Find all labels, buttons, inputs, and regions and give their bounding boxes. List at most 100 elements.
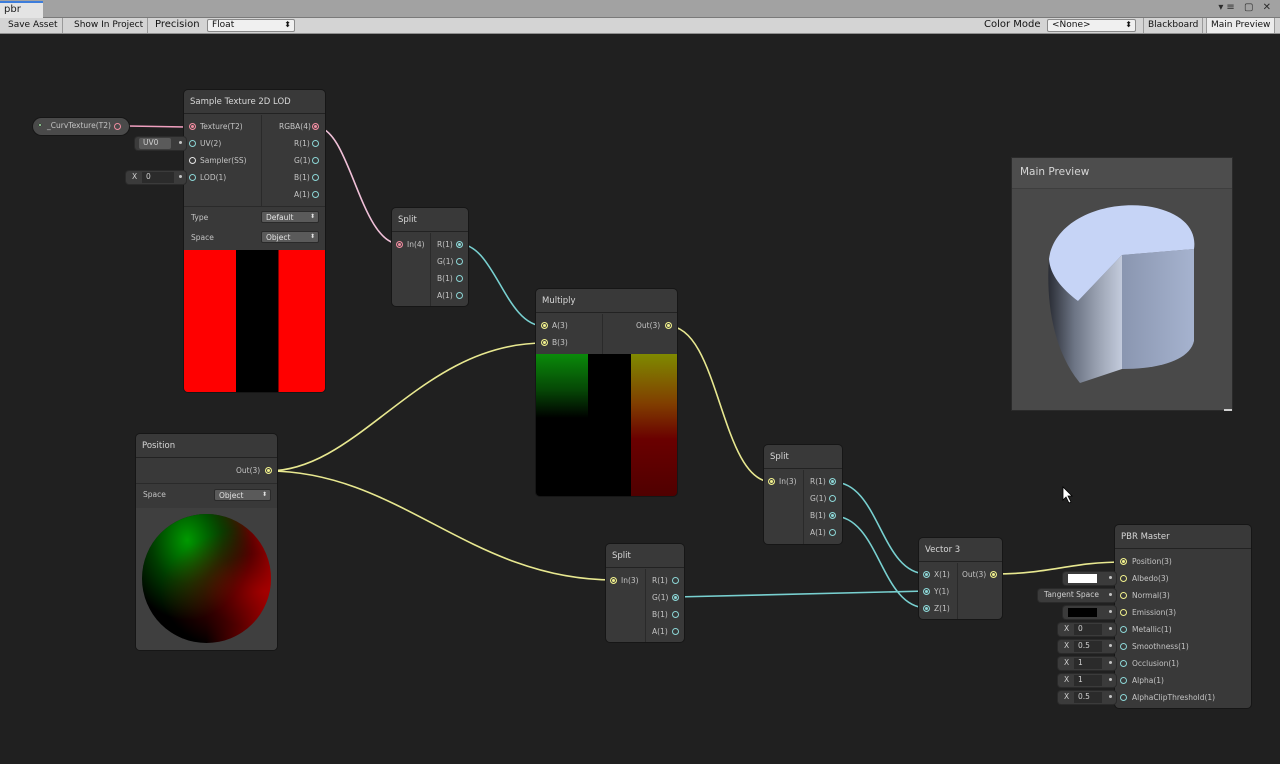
out-output-port[interactable] [665,322,672,329]
alpha-value-chip[interactable]: X 1 [1058,674,1116,687]
alpha-clip-value[interactable]: 0.5 [1074,692,1102,703]
occlusion-key: X [1064,658,1070,667]
connector-pip-icon [1109,610,1112,613]
main-preview-panel[interactable]: Main Preview [1011,157,1233,411]
space-dropdown[interactable]: Object ⬍ [261,231,319,243]
smoothness-value[interactable]: 0.5 [1074,641,1102,652]
node-position[interactable]: Position Out(3) Space Object ⬍ [136,434,277,650]
lod-input-port[interactable] [189,174,196,181]
position-input-port[interactable] [1120,558,1127,565]
port-label: B(1) [437,274,453,283]
out-output-port[interactable] [265,467,272,474]
x-input-port[interactable] [923,571,930,578]
wire-texture[interactable] [127,125,187,128]
b-output-port[interactable] [312,174,319,181]
metallic-value-chip[interactable]: X 0 [1058,623,1116,636]
wire-multiply-to-split3[interactable] [667,325,773,483]
wire-r-to-multiply-a[interactable] [458,243,545,327]
lod-value[interactable]: 0 [142,172,174,183]
normal-space-chip[interactable]: Tangent Space [1038,589,1116,602]
normal-input-port[interactable] [1120,592,1127,599]
node-sample-texture-2d-lod[interactable]: Sample Texture 2D LOD Texture(T2) UV(2) … [184,90,325,392]
port-label: A(1) [437,291,453,300]
port-label: Emission(3) [1132,608,1176,617]
alpha-clip-threshold-input-port[interactable] [1120,694,1127,701]
alpha-key: X [1064,675,1070,684]
port-label: G(1) [652,593,669,602]
r-output-port[interactable] [672,577,679,584]
smoothness-value-chip[interactable]: X 0.5 [1058,640,1116,653]
uv-channel-chip[interactable]: UV0 [135,137,186,150]
in-input-port[interactable] [396,241,403,248]
rgba-output-port[interactable] [312,123,319,130]
g-output-port[interactable] [312,157,319,164]
connector-pip-icon [1109,661,1112,664]
divider [957,563,958,619]
a-output-port[interactable] [829,529,836,536]
z-input-port[interactable] [923,605,930,612]
b-output-port[interactable] [456,275,463,282]
g-output-port[interactable] [672,594,679,601]
divider [602,314,603,354]
uv-input-port[interactable] [189,140,196,147]
b-output-port[interactable] [829,512,836,519]
b-input-port[interactable] [541,339,548,346]
a-output-port[interactable] [672,628,679,635]
alpha-clip-value-chip[interactable]: X 0.5 [1058,691,1116,704]
resize-handle-icon[interactable] [1224,409,1232,411]
in-input-port[interactable] [610,577,617,584]
smoothness-input-port[interactable] [1120,643,1127,650]
node-split-2[interactable]: Split In(3) R(1) G(1) B(1) A(1) [606,544,684,642]
port-label: R(1) [437,240,453,249]
metallic-input-port[interactable] [1120,626,1127,633]
port-label: B(1) [810,511,826,520]
node-vector-3[interactable]: Vector 3 X(1) Y(1) Z(1) Out(3) [919,538,1002,619]
in-input-port[interactable] [768,478,775,485]
port-label: R(1) [294,139,310,148]
alpha-input-port[interactable] [1120,677,1127,684]
r-output-port[interactable] [456,241,463,248]
node-pbr-master[interactable]: PBR Master Position(3) Albedo(3) Normal(… [1115,525,1251,708]
property-node-curvtexture[interactable]: _CurvTexture(T2) [33,118,129,135]
space-dropdown[interactable]: Object ⬍ [214,489,271,501]
port-label: Occlusion(1) [1132,659,1179,668]
port-label: G(1) [437,257,454,266]
dropdown-arrow-icon: ⬍ [261,491,267,498]
wire-r-to-vector-x[interactable] [832,481,928,575]
albedo-color-chip[interactable] [1063,572,1116,585]
r-output-port[interactable] [312,140,319,147]
lod-value-chip[interactable]: X 0 [126,171,186,184]
port-label: R(1) [810,477,826,486]
out-output-port[interactable] [990,571,997,578]
sampler-input-port[interactable] [189,157,196,164]
albedo-input-port[interactable] [1120,575,1127,582]
r-output-port[interactable] [829,478,836,485]
emission-swatch[interactable] [1068,608,1097,617]
wire-g-to-vector-y[interactable] [674,590,928,598]
y-input-port[interactable] [923,588,930,595]
emission-input-port[interactable] [1120,609,1127,616]
property-output-port[interactable] [114,123,121,130]
occlusion-input-port[interactable] [1120,660,1127,667]
node-split-1[interactable]: Split In(4) R(1) G(1) B(1) A(1) [392,208,468,306]
alpha-value[interactable]: 1 [1074,675,1102,686]
a-input-port[interactable] [541,322,548,329]
emission-color-chip[interactable] [1063,606,1116,619]
main-preview-render[interactable] [1012,189,1232,409]
wire-b-to-vector-z[interactable] [832,515,928,609]
albedo-swatch[interactable] [1068,574,1097,583]
g-output-port[interactable] [456,258,463,265]
a-output-port[interactable] [456,292,463,299]
type-dropdown[interactable]: Default ⬍ [261,211,319,223]
b-output-port[interactable] [672,611,679,618]
occlusion-value-chip[interactable]: X 1 [1058,657,1116,670]
g-output-port[interactable] [829,495,836,502]
occlusion-value[interactable]: 1 [1074,658,1102,669]
metallic-value[interactable]: 0 [1074,624,1102,635]
a-output-port[interactable] [312,191,319,198]
node-split-3[interactable]: Split In(3) R(1) G(1) B(1) A(1) [764,445,842,544]
node-multiply[interactable]: Multiply A(3) B(3) Out(3) [536,289,677,496]
wire-rgba-to-split[interactable] [315,126,401,245]
port-label: A(1) [810,528,826,537]
texture-input-port[interactable] [189,123,196,130]
